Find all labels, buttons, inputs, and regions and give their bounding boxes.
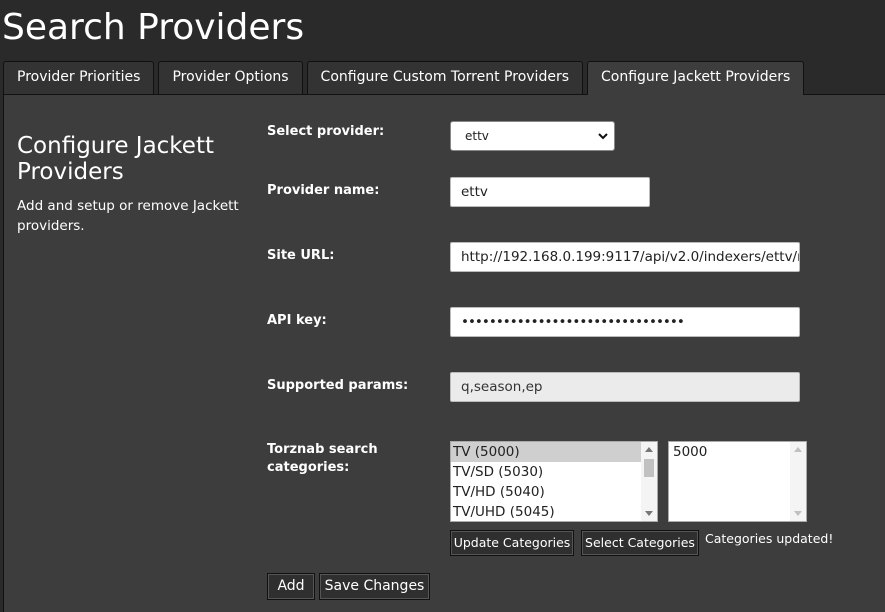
api-key-label: API key: [267, 313, 327, 328]
section-description: Add and setup or remove Jackett provider… [17, 198, 239, 234]
provider-select[interactable]: ettv [450, 121, 615, 151]
categories-updated-status: Categories updated! [705, 531, 834, 546]
select-categories-button[interactable]: Select Categories [581, 530, 699, 556]
category-option[interactable]: TV (5000) [451, 442, 657, 462]
scroll-up-icon[interactable] [645, 447, 653, 452]
tab-bar: Provider Priorities Provider Options Con… [3, 61, 808, 95]
add-button[interactable]: Add [267, 573, 315, 600]
tab-configure-custom-torrent-providers[interactable]: Configure Custom Torrent Providers [306, 61, 583, 94]
select-provider-label: Select provider: [267, 124, 385, 139]
supported-params-input: q,season,ep [450, 372, 800, 402]
tab-panel: Configure Jackett Providers Add and setu… [3, 94, 885, 612]
supported-params-label: Supported params: [267, 378, 409, 393]
category-option[interactable]: TV/SD (5030) [451, 462, 657, 482]
category-option[interactable]: TV/HD (5040) [451, 482, 657, 502]
torznab-categories-label: Torznab search categories: [267, 442, 378, 475]
page-title: Search Providers [2, 7, 305, 48]
selected-categories-scrollbar[interactable] [790, 442, 806, 521]
section-title: Configure Jackett Providers [17, 133, 214, 185]
api-key-input[interactable]: •••••••••••••••••••••••••••••••• [450, 307, 800, 337]
site-url-label: Site URL: [267, 248, 335, 263]
scroll-down-icon[interactable] [794, 511, 802, 516]
provider-name-input[interactable]: ettv [450, 177, 650, 207]
update-categories-button[interactable]: Update Categories [450, 530, 574, 556]
categories-scrollbar[interactable] [641, 442, 657, 521]
tab-configure-jackett-providers[interactable]: Configure Jackett Providers [587, 61, 805, 95]
scroll-down-icon[interactable] [645, 511, 653, 516]
site-url-input[interactable]: http://192.168.0.199:9117/api/v2.0/index… [450, 242, 800, 272]
selected-categories-textarea[interactable]: 5000 [668, 441, 807, 522]
category-option[interactable]: TV/UHD (5045) [451, 502, 657, 521]
provider-select-value: ettv [465, 129, 489, 143]
scroll-up-icon[interactable] [794, 447, 802, 452]
tab-provider-options[interactable]: Provider Options [158, 61, 303, 94]
save-changes-button[interactable]: Save Changes [319, 573, 430, 600]
scroll-thumb[interactable] [644, 459, 654, 477]
provider-name-label: Provider name: [267, 183, 380, 198]
tab-provider-priorities[interactable]: Provider Priorities [3, 61, 155, 94]
categories-listbox[interactable]: TV (5000) TV/SD (5030) TV/HD (5040) TV/U… [450, 441, 658, 522]
selected-categories-value: 5000 [673, 444, 708, 460]
chevron-down-icon [598, 133, 608, 140]
